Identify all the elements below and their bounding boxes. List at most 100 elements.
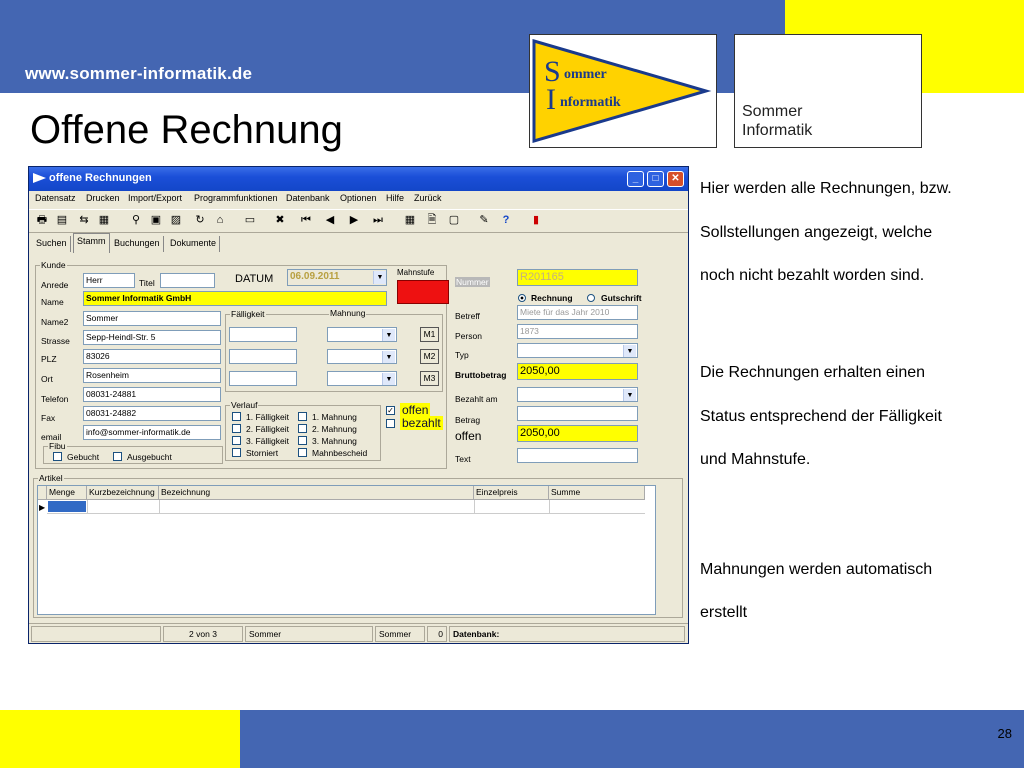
refresh-icon[interactable]: ↻ [193,213,207,227]
faelligkeit-3-checkbox[interactable] [232,436,241,445]
faelligkeit-1-checkbox[interactable] [232,412,241,421]
name-field[interactable]: Sommer Informatik GmbH [83,291,387,306]
faelligkeit-2-checkbox[interactable] [232,424,241,433]
typ-select[interactable]: ▼ [517,343,638,358]
betreff-field[interactable]: Miete für das Jahr 2010 [517,305,638,320]
tab-stamm[interactable]: Stamm [73,233,110,253]
exit-icon[interactable]: ▮ [529,213,543,227]
print-icon[interactable]: 🖶 [35,213,49,227]
close-button[interactable]: ✕ [667,171,684,187]
artikel-table[interactable]: Menge Kurzbezeichnung Bezeichnung Einzel… [37,485,656,615]
nummer-field[interactable]: R201165 [517,269,638,286]
tab-dokumente[interactable]: Dokumente [167,236,221,252]
datum-dropdown-icon[interactable]: ▼ [373,271,386,284]
column-header[interactable]: Summe [549,486,645,500]
folder-icon[interactable]: ▣ [149,213,163,227]
menu-datensatz[interactable]: Datensatz [35,193,76,203]
m3-button[interactable]: M3 [420,371,439,386]
save-icon[interactable]: ▭ [243,213,257,227]
bruttobetrag-field[interactable]: 2050,00 [517,363,638,380]
telefon-field[interactable]: 08031-24881 [83,387,221,402]
mahnung-1-select[interactable]: ▼ [327,327,397,342]
menu-programmfunktionen[interactable]: Programmfunktionen [194,193,278,203]
plz-field[interactable]: 83026 [83,349,221,364]
m1-button[interactable]: M1 [420,327,439,342]
betrag-field[interactable] [517,406,638,421]
text-field[interactable] [517,448,638,463]
first-record-icon[interactable]: ⏮ [299,213,313,227]
fax-field[interactable]: 08031-24882 [83,406,221,421]
offen-text: offen [455,429,482,443]
last-record-icon[interactable]: ⏭ [371,213,385,227]
mahnbescheid-checkbox[interactable] [298,448,307,457]
menu-optionen[interactable]: Optionen [340,193,377,203]
search-icon[interactable]: ⚲ [129,213,143,227]
chevron-down-icon[interactable]: ▼ [382,373,395,385]
chevron-down-icon[interactable]: ▼ [382,329,395,341]
export-icon[interactable]: ⇆ [77,213,91,227]
ausgebucht-checkbox[interactable] [113,452,122,461]
gutschrift-radio[interactable] [587,294,595,302]
mahnstufe-label: Mahnstufe [397,268,435,277]
document-icon[interactable]: 🗎 [425,213,439,227]
chevron-down-icon[interactable]: ▼ [382,351,395,363]
strasse-field[interactable]: Sepp-Heindl-Str. 5 [83,330,221,345]
mahnung-2-select[interactable]: ▼ [327,349,397,364]
status-user2: Sommer [375,626,425,642]
menu-hilfe[interactable]: Hilfe [386,193,404,203]
faelligkeit-1-field[interactable] [229,327,297,342]
bezahlt-am-select[interactable]: ▼ [517,387,638,402]
minimize-button[interactable]: _ [627,171,644,187]
logo-text-line2: Informatik [742,122,813,139]
gebucht-checkbox[interactable] [53,452,62,461]
delete-icon[interactable]: ✖ [273,213,287,227]
image-icon[interactable]: ▨ [169,213,183,227]
person-field[interactable]: 1873 [517,324,638,339]
bezahlt-am-label: Bezahlt am [455,394,498,404]
datum-field[interactable]: 06.09.2011 [287,269,387,286]
menu-datenbank[interactable]: Datenbank [286,193,330,203]
menu-drucken[interactable]: Drucken [86,193,120,203]
edit-icon[interactable]: ✎ [477,213,491,227]
selected-cell[interactable] [48,501,86,512]
excel-icon[interactable]: ▦ [97,213,111,227]
m2-button[interactable]: M2 [420,349,439,364]
tab-buchungen[interactable]: Buchungen [111,236,164,252]
window-icon[interactable]: ▢ [447,213,461,227]
mahnung-2-checkbox[interactable] [298,424,307,433]
maximize-button[interactable]: □ [647,171,664,187]
prev-record-icon[interactable]: ◀ [323,213,337,227]
menu-zurueck[interactable]: Zurück [414,193,442,203]
titel-field[interactable] [160,273,215,288]
ort-field[interactable]: Rosenheim [83,368,221,383]
next-record-icon[interactable]: ▶ [347,213,361,227]
title-bar[interactable]: offene Rechnungen _ □ ✕ [29,167,688,191]
mahnung-3-checkbox[interactable] [298,436,307,445]
faelligkeit-2-field[interactable] [229,349,297,364]
rechnung-radio[interactable] [518,294,526,302]
column-header[interactable]: Einzelpreis [474,486,549,500]
anrede-field[interactable]: Herr [83,273,135,288]
help-icon[interactable]: ? [499,213,513,227]
column-header[interactable]: Kurzbezeichnung [87,486,159,500]
calendar-icon[interactable]: ▦ [403,213,417,227]
offen-checkbox[interactable]: ✓ [386,406,395,415]
chevron-down-icon[interactable]: ▼ [623,389,636,401]
email-field[interactable]: info@sommer-informatik.de [83,425,221,440]
column-header[interactable]: Bezeichnung [159,486,474,500]
chevron-down-icon[interactable]: ▼ [623,345,636,357]
status-bar: 2 von 3 Sommer Sommer 0 Datenbank: [29,623,688,643]
column-header[interactable]: Menge [47,486,87,500]
offen-betrag-field[interactable]: 2050,00 [517,425,638,442]
storniert-checkbox[interactable] [232,448,241,457]
mahnung-3-select[interactable]: ▼ [327,371,397,386]
table-row[interactable] [47,500,645,514]
faelligkeit-3-field[interactable] [229,371,297,386]
mahnung-1-checkbox[interactable] [298,412,307,421]
bezahlt-checkbox[interactable] [386,419,395,428]
tab-suchen[interactable]: Suchen [33,236,71,252]
network-icon[interactable]: ⌂ [213,213,227,227]
name2-field[interactable]: Sommer [83,311,221,326]
menu-import-export[interactable]: Import/Export [128,193,182,203]
print-preview-icon[interactable]: ▤ [55,213,69,227]
